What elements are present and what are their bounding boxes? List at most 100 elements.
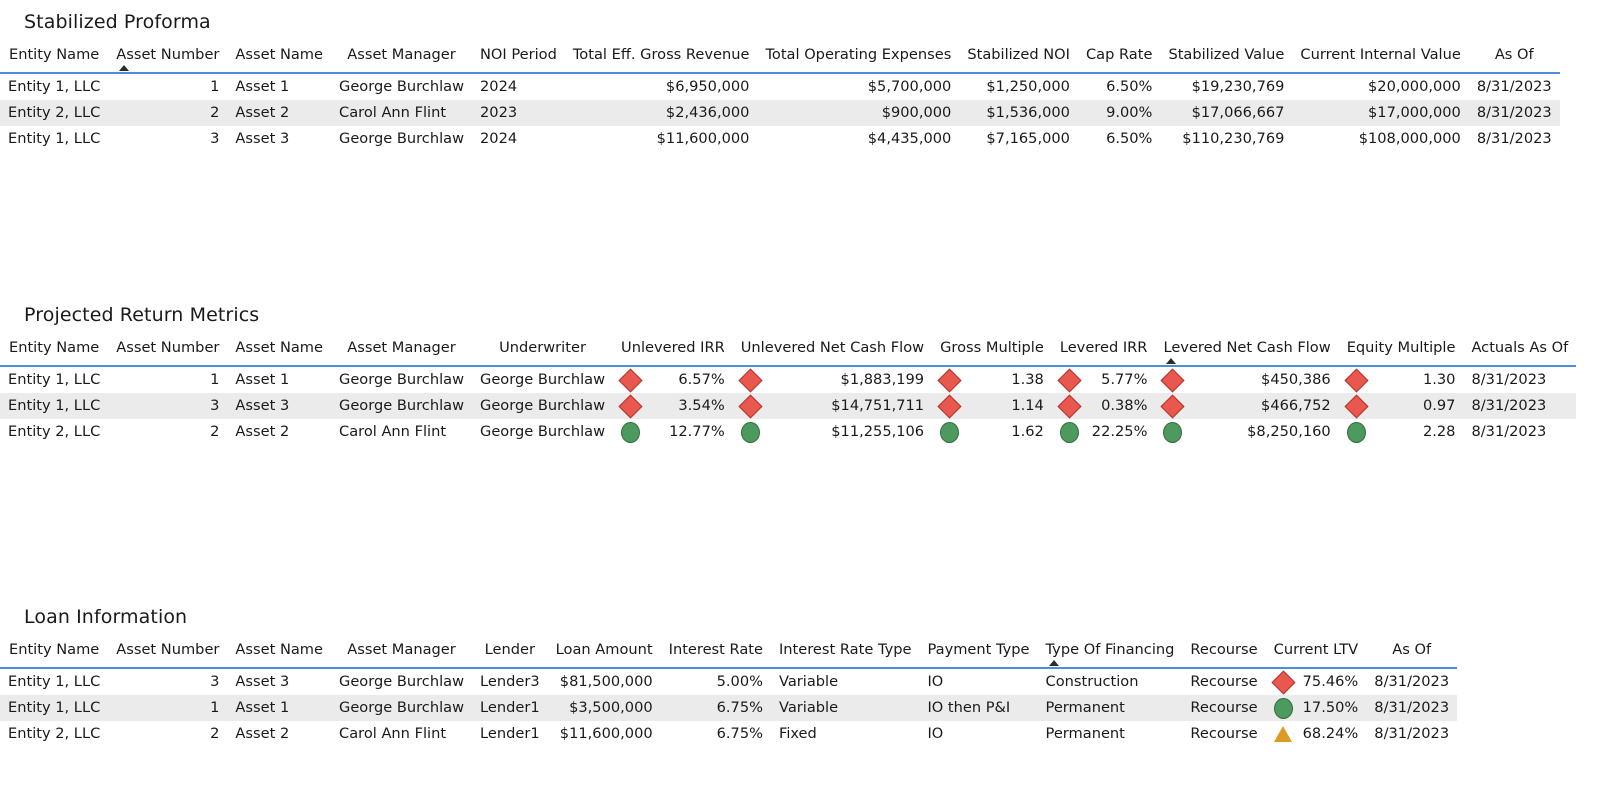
cell-interest-rate-type: Variable [770, 695, 920, 721]
kpi-cell-wrapper: 68.24% [1274, 721, 1358, 747]
table-row[interactable]: Entity 1, LLC 1 Asset 1 George Burchlaw Lend… [0, 695, 1458, 721]
column-header-current-ltv[interactable]: Current LTV [1265, 638, 1367, 669]
cell-current-internal-value: $20,000,000 [1368, 78, 1461, 95]
column-header-label: Asset Number [116, 641, 220, 658]
column-header-underwriter[interactable]: Underwriter [472, 336, 614, 367]
cell-asset-number: 3 [210, 130, 220, 147]
sort-ascending-icon[interactable] [119, 65, 130, 71]
column-header-asset-number[interactable]: Asset Number [108, 638, 228, 669]
cell-asset-number: 1 [210, 78, 220, 95]
column-header-payment-type[interactable]: Payment Type [919, 638, 1038, 669]
cell-as-of: 8/31/2023 [1476, 78, 1552, 95]
column-header-recourse[interactable]: Recourse [1182, 638, 1266, 669]
column-header-asset-name[interactable]: Asset Name [227, 336, 332, 367]
cell-asset-number: 2 [210, 725, 220, 742]
kpi-indicator-slot [738, 367, 763, 393]
column-header-label: Asset Manager [347, 46, 456, 63]
column-header-label: Recourse [1190, 641, 1258, 658]
column-header-stabilized-value[interactable]: Stabilized Value [1160, 43, 1293, 74]
kpi-cell-wrapper: 0.38% [1057, 393, 1147, 419]
column-header-as-of[interactable]: As Of [1468, 43, 1560, 74]
column-header-label: Unlevered Net Cash Flow [740, 339, 925, 356]
table-row[interactable]: Entity 2, LLC 2 Asset 2 Carol Ann Flint 2023… [0, 100, 1560, 126]
column-header-asset-manager[interactable]: Asset Manager [331, 336, 473, 367]
diamond-icon [1057, 393, 1082, 419]
sort-ascending-icon[interactable] [1166, 358, 1177, 364]
table-stabilized-proforma[interactable]: Entity Name Asset Number Asset Name Asset M… [0, 43, 1600, 152]
column-header-entity-name[interactable]: Entity Name [0, 336, 109, 367]
table-projected-return-metrics[interactable]: Entity Name Asset Number Asset Name Asset M… [0, 336, 1600, 445]
column-header-loan-amount[interactable]: Loan Amount [547, 638, 661, 669]
column-header-stabilized-noi[interactable]: Stabilized NOI [959, 43, 1078, 74]
column-header-lender[interactable]: Lender [472, 638, 548, 669]
column-header-label: Asset Manager [347, 641, 456, 658]
cell-levered-net-cash-flow: $466,752 [1155, 393, 1339, 419]
kpi-indicator-slot [937, 393, 962, 419]
cell-asset-name: Asset 1 [235, 371, 290, 388]
kpi-indicator-slot [1273, 697, 1293, 719]
table-row[interactable]: Entity 2, LLC 2 Asset 2 Carol Ann Flint Lend… [0, 721, 1457, 747]
kpi-indicator-slot [1344, 367, 1369, 393]
column-header-type-of-financing[interactable]: Type Of Financing [1037, 638, 1183, 669]
cell-interest-rate: 6.75% [660, 695, 771, 721]
diamond-icon [1344, 367, 1369, 393]
sort-ascending-icon[interactable] [1048, 660, 1059, 666]
cell-recourse: Recourse [1182, 695, 1266, 721]
cell-entity-name: Entity 2, LLC [0, 100, 109, 126]
kpi-indicator-slot [1163, 421, 1183, 443]
cell-equity-multiple: 2.28 [1339, 419, 1464, 445]
column-header-entity-name[interactable]: Entity Name [0, 638, 109, 669]
table-loan-information[interactable]: Entity Name Asset Number Asset Name Asset M… [0, 638, 1600, 747]
kpi-value: 22.25% [1091, 423, 1148, 440]
cell-interest-rate-type: Fixed [778, 725, 817, 742]
table-row[interactable]: Entity 1, LLC 1 Asset 1 George Burchlaw Geor… [0, 366, 1576, 393]
kpi-value: 2.28 [1422, 423, 1456, 440]
cell-gross-multiple: 1.38 [932, 366, 1052, 393]
table-row[interactable]: Entity 1, LLC 3 Asset 3 George Burchlaw Lend… [0, 668, 1457, 695]
column-header-current-internal-value[interactable]: Current Internal Value [1292, 43, 1469, 74]
cell-stabilized-noi: $1,250,000 [986, 78, 1070, 95]
cell-asset-name: Asset 3 [227, 393, 332, 419]
column-header-actuals-as-of[interactable]: Actuals As Of [1463, 336, 1577, 367]
column-header-asset-name[interactable]: Asset Name [227, 638, 332, 669]
column-header-interest-rate[interactable]: Interest Rate [660, 638, 771, 669]
column-header-entity-name[interactable]: Entity Name [0, 43, 109, 74]
diamond-icon [1271, 669, 1296, 695]
column-header-asset-number[interactable]: Asset Number [108, 43, 228, 74]
data-table-proforma: Entity Name Asset Number Asset Name Asset M… [0, 43, 1560, 152]
cell-total-eff-gross-revenue: $6,950,000 [665, 78, 750, 95]
cell-noi-period: 2024 [480, 130, 518, 147]
table-row[interactable]: Entity 1, LLC 3 Asset 3 George Burchlaw Geor… [0, 393, 1577, 419]
column-header-cap-rate[interactable]: Cap Rate [1077, 43, 1161, 74]
kpi-cell-wrapper: 6.57% [618, 367, 725, 393]
column-header-unlevered-irr[interactable]: Unlevered IRR [613, 336, 733, 367]
circle-icon [1273, 697, 1293, 719]
table-row[interactable]: Entity 1, LLC 3 Asset 3 George Burchlaw 2024… [0, 126, 1560, 152]
column-header-levered-irr[interactable]: Levered IRR [1051, 336, 1156, 367]
column-header-equity-multiple[interactable]: Equity Multiple [1338, 336, 1464, 367]
column-header-levered-net-cash-flow[interactable]: Levered Net Cash Flow [1155, 336, 1339, 367]
kpi-value: 1.62 [1011, 423, 1044, 440]
column-header-total-operating-expenses[interactable]: Total Operating Expenses [757, 43, 960, 74]
column-header-as-of[interactable]: As Of [1366, 638, 1458, 669]
kpi-cell-wrapper: 5.77% [1057, 367, 1147, 393]
column-header-label: Levered IRR [1059, 339, 1148, 356]
kpi-indicator-slot [1059, 421, 1079, 443]
cell-current-ltv: 17.50% [1265, 695, 1367, 721]
column-header-noi-period[interactable]: NOI Period [472, 43, 565, 74]
column-header-asset-manager[interactable]: Asset Manager [331, 43, 473, 74]
column-header-gross-multiple[interactable]: Gross Multiple [932, 336, 1052, 367]
column-header-asset-name[interactable]: Asset Name [227, 43, 332, 74]
column-header-interest-rate-type[interactable]: Interest Rate Type [770, 638, 920, 669]
column-header-asset-number[interactable]: Asset Number [108, 336, 228, 367]
cell-asset-name: Asset 3 [235, 673, 290, 690]
column-header-total-eff-gross-revenue[interactable]: Total Eff. Gross Revenue [564, 43, 758, 74]
column-header-unlevered-net-cash-flow[interactable]: Unlevered Net Cash Flow [732, 336, 933, 367]
kpi-cell-wrapper: 0.97 [1344, 393, 1455, 419]
table-row[interactable]: Entity 1, LLC 1 Asset 1 George Burchlaw 2024… [0, 73, 1560, 100]
diamond-icon [618, 393, 643, 419]
cell-lender: Lender1 [472, 695, 548, 721]
cell-loan-amount: $81,500,000 [559, 673, 653, 690]
table-row[interactable]: Entity 2, LLC 2 Asset 2 Carol Ann Flint Geor… [0, 419, 1576, 445]
column-header-asset-manager[interactable]: Asset Manager [331, 638, 473, 669]
